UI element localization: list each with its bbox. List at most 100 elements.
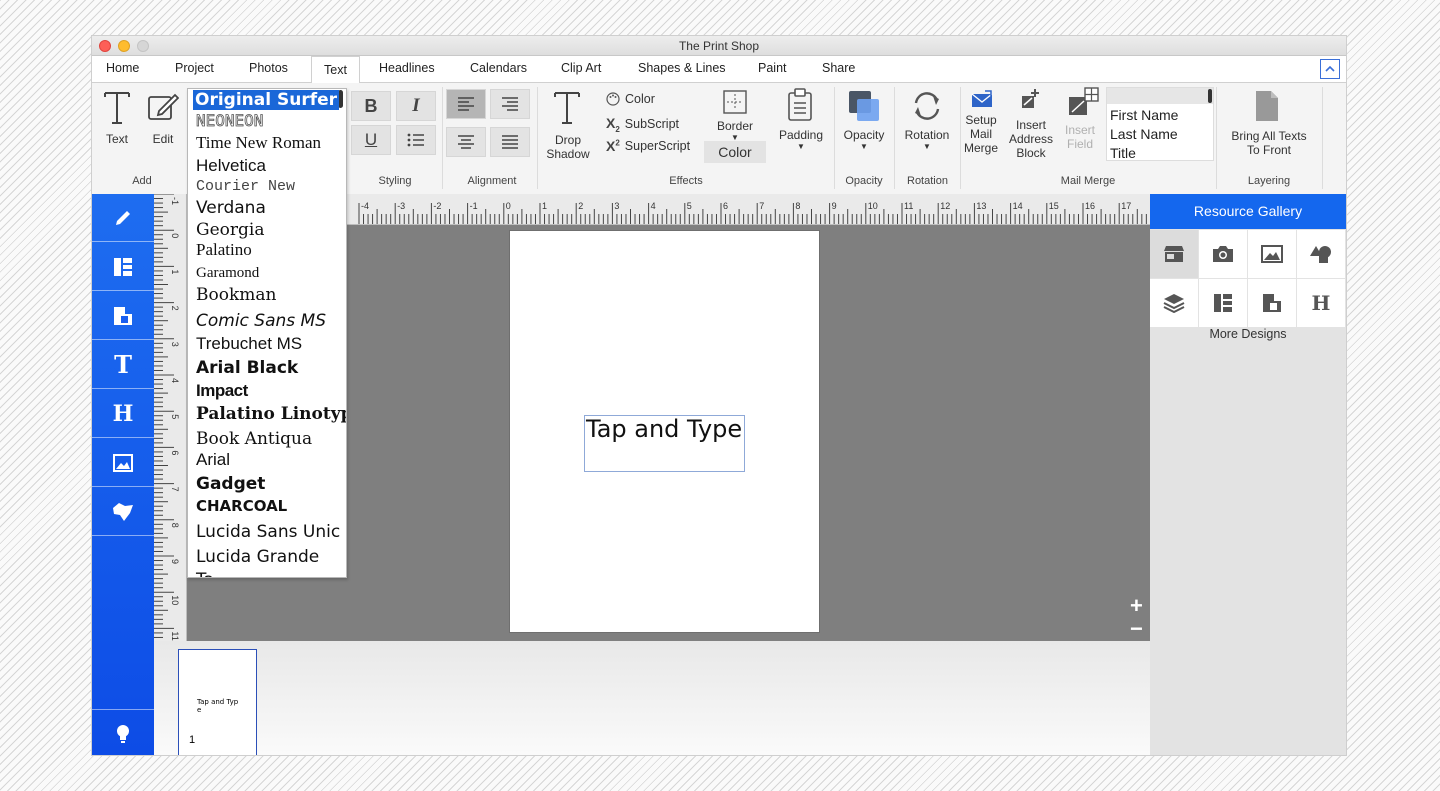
gallery-photos-tab[interactable] bbox=[1199, 230, 1247, 278]
gallery-layers-tab[interactable] bbox=[1150, 279, 1198, 327]
align-left-button[interactable] bbox=[446, 89, 486, 119]
superscript-icon: X2 bbox=[606, 138, 620, 154]
merge-list-scrollbar[interactable] bbox=[1208, 89, 1212, 103]
merge-field-item[interactable]: First Name bbox=[1110, 106, 1210, 125]
tab-photos[interactable]: Photos bbox=[249, 61, 288, 75]
collapse-ribbon-button[interactable] bbox=[1320, 59, 1340, 79]
gallery-store-tab[interactable] bbox=[1150, 230, 1198, 278]
add-text-button[interactable] bbox=[102, 87, 132, 127]
font-option[interactable]: Arial Black bbox=[196, 358, 298, 378]
font-option[interactable]: Lucida Grande bbox=[196, 547, 319, 567]
more-designs-link[interactable]: More Designs bbox=[1150, 327, 1346, 341]
tab-headlines[interactable]: Headlines bbox=[379, 61, 435, 75]
styling-group-label: Styling bbox=[378, 175, 412, 187]
gallery-shapes-tab[interactable] bbox=[1297, 230, 1345, 278]
merge-field-item[interactable]: Title bbox=[1110, 144, 1210, 163]
subscript-button[interactable]: X2 SubScript bbox=[606, 115, 679, 134]
setup-mail-merge-button[interactable] bbox=[970, 88, 994, 110]
underline-button[interactable]: U bbox=[351, 125, 391, 155]
border-color-button[interactable]: Color bbox=[704, 141, 766, 163]
nav-shapes-button[interactable] bbox=[92, 488, 154, 536]
font-option[interactable]: Book Antiqua bbox=[196, 429, 312, 449]
blocks-icon bbox=[1263, 294, 1281, 312]
tab-shapes-lines[interactable]: Shapes & Lines bbox=[638, 61, 726, 75]
insert-address-block-button[interactable] bbox=[1019, 88, 1043, 110]
nav-headlines-button[interactable]: H bbox=[92, 390, 154, 438]
gallery-headlines-tab[interactable]: H bbox=[1297, 279, 1345, 327]
align-justify-button[interactable] bbox=[490, 127, 530, 157]
drop-shadow-button[interactable] bbox=[552, 87, 582, 127]
font-option[interactable]: Georgia bbox=[196, 220, 264, 240]
drop-shadow-label-line2: Shadow bbox=[546, 147, 590, 161]
opacity-dropdown-icon: ▼ bbox=[860, 142, 868, 151]
edit-text-button[interactable] bbox=[146, 89, 180, 125]
ruler-label: 0 bbox=[170, 233, 180, 238]
tab-paint[interactable]: Paint bbox=[758, 61, 787, 75]
padding-dropdown-icon: ▼ bbox=[797, 142, 805, 151]
tab-home[interactable]: Home bbox=[106, 61, 139, 75]
ruler-label: -2 bbox=[433, 201, 441, 211]
gallery-images-tab[interactable] bbox=[1248, 230, 1296, 278]
ribbon-separator bbox=[537, 87, 538, 189]
document-icon bbox=[1256, 91, 1278, 121]
text-box[interactable]: Tap and Type bbox=[584, 415, 745, 472]
text-color-button[interactable]: Color bbox=[606, 92, 655, 106]
resource-gallery: Resource Gallery H More Designs bbox=[1150, 194, 1346, 755]
rotation-button[interactable] bbox=[910, 89, 944, 123]
font-option[interactable]: Trebuchet MS bbox=[196, 334, 302, 354]
font-option[interactable]: Palatino bbox=[196, 240, 252, 260]
font-option[interactable]: Original Surfer bbox=[193, 90, 340, 110]
insert-field-button[interactable] bbox=[1066, 86, 1100, 118]
bullet-list-icon bbox=[407, 133, 424, 147]
padding-button[interactable] bbox=[786, 87, 814, 123]
tab-text[interactable]: Text bbox=[311, 56, 360, 84]
ruler-label: 4 bbox=[651, 201, 656, 211]
tab-project[interactable]: Project bbox=[175, 61, 214, 75]
font-option[interactable]: Time New Roman bbox=[196, 133, 321, 153]
zoom-out-button[interactable]: − bbox=[1130, 616, 1143, 642]
font-option[interactable]: Courier New bbox=[196, 178, 295, 195]
font-option[interactable]: Garamond bbox=[196, 265, 259, 282]
font-option[interactable]: Lucida Sans Unic bbox=[196, 522, 340, 542]
bring-to-front-button[interactable] bbox=[1254, 89, 1280, 123]
font-option[interactable]: Arial bbox=[196, 450, 230, 470]
opacity-button[interactable] bbox=[847, 90, 881, 122]
font-option[interactable]: Verdana bbox=[196, 198, 266, 218]
font-dropdown-list[interactable]: Original Surfer NEONEON Time New Roman H… bbox=[187, 88, 347, 578]
gallery-layouts-tab[interactable] bbox=[1199, 279, 1247, 327]
merge-field-list-header bbox=[1107, 88, 1213, 104]
font-option[interactable]: Comic Sans MS bbox=[196, 311, 326, 331]
tab-calendars[interactable]: Calendars bbox=[470, 61, 527, 75]
nav-blocks-button[interactable] bbox=[92, 292, 154, 340]
superscript-button[interactable]: X2 SuperScript bbox=[606, 138, 690, 154]
ruler-label: -4 bbox=[361, 201, 369, 211]
tips-button[interactable] bbox=[92, 709, 154, 755]
font-option[interactable]: Helvetica bbox=[196, 156, 266, 176]
font-option[interactable]: Impact bbox=[196, 381, 248, 401]
font-option[interactable]: NEONEON bbox=[196, 111, 264, 131]
design-page[interactable]: Tap and Type bbox=[509, 230, 820, 633]
tab-share[interactable]: Share bbox=[822, 61, 855, 75]
merge-field-item[interactable]: Last Name bbox=[1110, 125, 1210, 144]
nav-layouts-button[interactable] bbox=[92, 243, 154, 291]
nav-photos-button[interactable] bbox=[92, 439, 154, 487]
bold-button[interactable]: B bbox=[351, 91, 391, 121]
align-right-button[interactable] bbox=[490, 89, 530, 119]
nav-edit-button[interactable] bbox=[92, 194, 154, 242]
tab-clip-art[interactable]: Clip Art bbox=[561, 61, 601, 75]
font-option[interactable]: Bookman bbox=[196, 285, 276, 305]
gallery-blocks-tab[interactable] bbox=[1248, 279, 1296, 327]
merge-field-list[interactable]: First Name Last Name Title bbox=[1106, 87, 1214, 161]
thumbnail-page-number: 1 bbox=[189, 734, 196, 746]
bullet-list-button[interactable] bbox=[396, 125, 436, 155]
border-button[interactable] bbox=[722, 89, 748, 115]
nav-text-button[interactable]: T bbox=[92, 341, 154, 389]
italic-button[interactable]: I bbox=[396, 91, 436, 121]
bring-to-front-label: Bring All Texts To Front bbox=[1216, 129, 1322, 157]
font-option[interactable]: Gadget bbox=[196, 474, 265, 494]
font-option[interactable]: Palatino Linotype bbox=[196, 404, 346, 424]
font-option[interactable]: Ta bbox=[196, 570, 214, 577]
align-center-button[interactable] bbox=[446, 127, 486, 157]
font-option[interactable]: CHARCOAL bbox=[196, 497, 287, 515]
page-thumbnail[interactable]: Tap and Typ e 1 bbox=[178, 649, 257, 755]
